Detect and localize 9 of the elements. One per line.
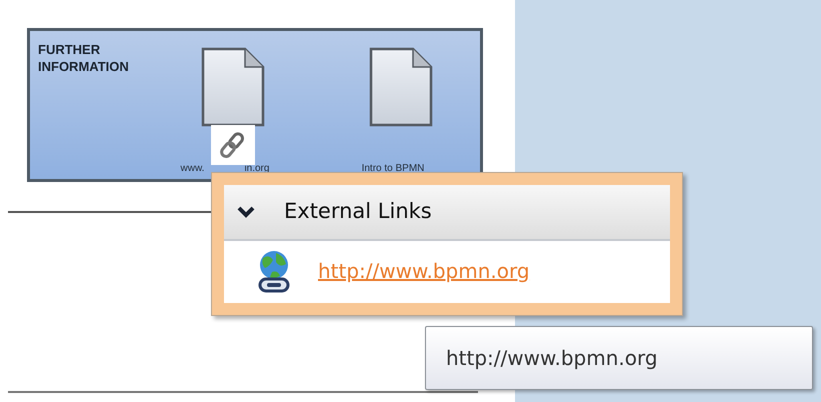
section-header[interactable]: External Links xyxy=(224,185,670,241)
document-label: www. xyxy=(180,162,204,176)
document-icon xyxy=(369,47,433,127)
section-title: External Links xyxy=(284,198,432,226)
group-title: FURTHER INFORMATION xyxy=(38,41,130,75)
document-icon xyxy=(201,47,265,127)
document-label: Intro to BPMN xyxy=(362,162,424,176)
link-icon[interactable] xyxy=(211,125,255,165)
tooltip: http://www.bpmn.org xyxy=(425,326,813,390)
